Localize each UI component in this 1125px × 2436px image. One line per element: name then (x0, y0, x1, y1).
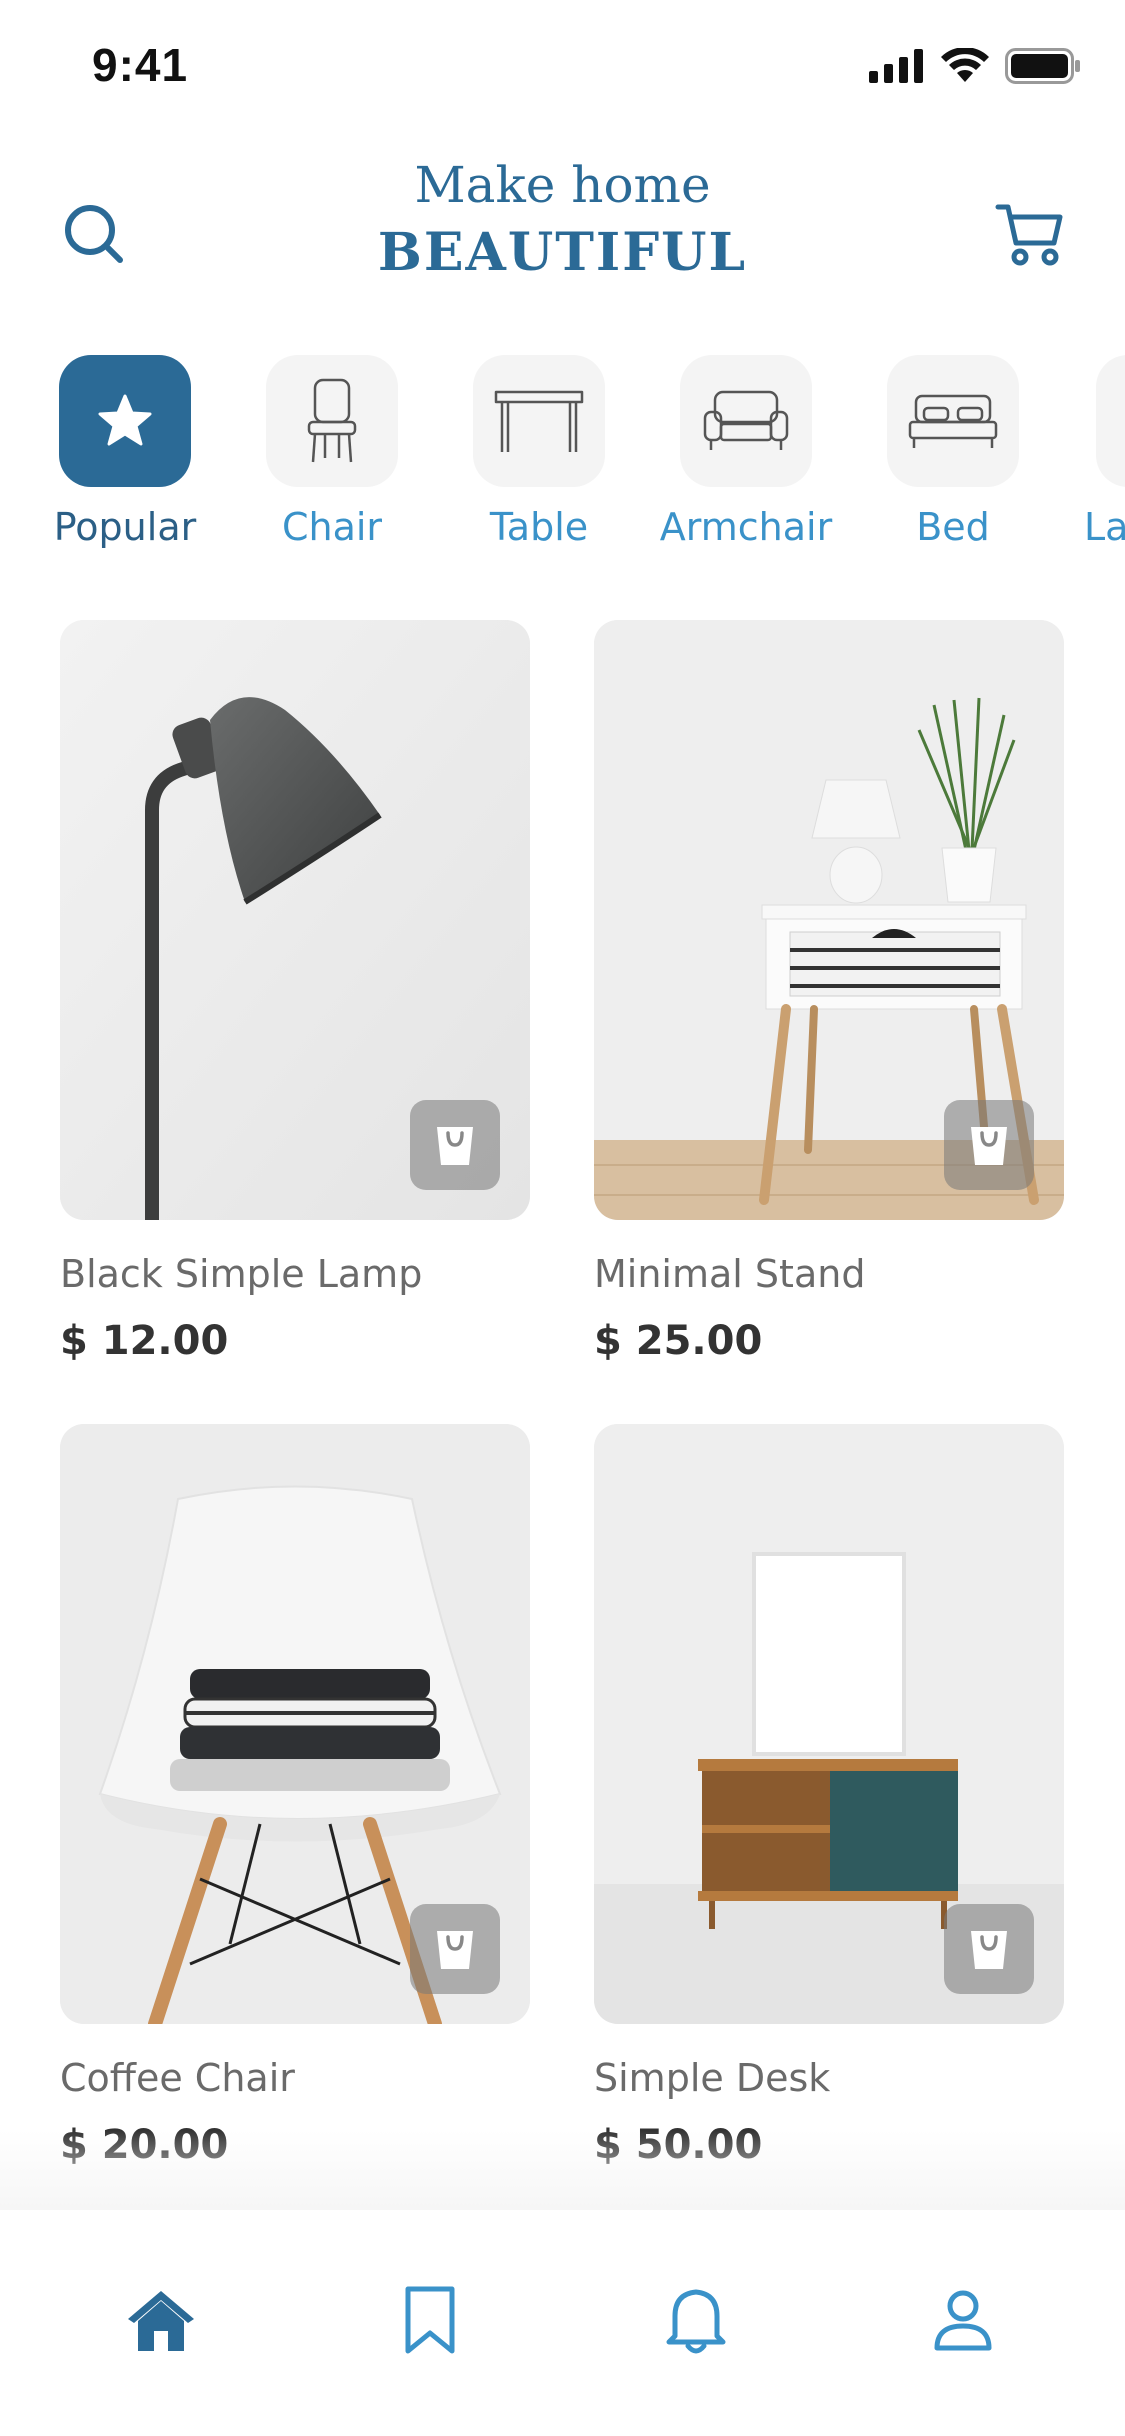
status-icons (869, 48, 1081, 84)
star-icon (98, 394, 152, 446)
status-bar: 9:41 (0, 0, 1125, 140)
category-chair[interactable]: Chair (232, 355, 432, 549)
category-armchair[interactable]: Armchair (646, 355, 846, 549)
table-icon (494, 390, 584, 452)
product-image (60, 620, 530, 1220)
product-card[interactable]: Simple Desk $ 50.00 (594, 1424, 1064, 2168)
nav-notifications[interactable] (646, 2270, 746, 2370)
product-price: $ 25.00 (594, 1318, 763, 1364)
header: Make home BEAUTIFUL (0, 140, 1125, 340)
title-line-2: BEAUTIFUL (377, 222, 748, 283)
battery-icon (1005, 48, 1080, 84)
bag-icon (971, 1931, 1007, 1969)
product-name: Simple Desk (594, 2056, 831, 2100)
product-name: Coffee Chair (60, 2056, 295, 2100)
bag-icon (437, 1931, 473, 1969)
home-icon (128, 2291, 194, 2351)
wifi-icon (941, 48, 989, 82)
bell-icon (666, 2289, 726, 2354)
category-icon-box (680, 355, 812, 487)
chair-icon (307, 378, 357, 463)
signal-icon (869, 49, 923, 83)
category-label: Bed (916, 505, 990, 549)
add-to-bag-button[interactable] (944, 1100, 1034, 1190)
category-table[interactable]: Table (439, 355, 639, 549)
category-bed[interactable]: Bed (853, 355, 1053, 549)
product-name: Black Simple Lamp (60, 1252, 423, 1296)
bag-icon (971, 1127, 1007, 1165)
cart-button[interactable] (990, 195, 1070, 275)
add-to-bag-button[interactable] (944, 1904, 1034, 1994)
cart-icon (995, 204, 1063, 266)
category-label: Table (489, 505, 589, 549)
category-icon-box (59, 355, 191, 487)
category-icon-box (887, 355, 1019, 487)
product-card[interactable]: Black Simple Lamp $ 12.00 (60, 620, 530, 1364)
title-line-1: Make home (414, 156, 711, 214)
category-label: La (1084, 505, 1125, 549)
add-to-bag-button[interactable] (410, 1100, 500, 1190)
product-card[interactable]: Minimal Stand $ 25.00 (594, 620, 1064, 1364)
category-label: Popular (53, 505, 197, 549)
bottom-fade (0, 2130, 1125, 2210)
category-bar: Popular Chair Table Armchair Bed La (0, 355, 1125, 565)
nav-bookmarks[interactable] (380, 2270, 480, 2370)
profile-icon (934, 2290, 992, 2351)
product-price: $ 12.00 (60, 1318, 229, 1364)
bed-icon (908, 394, 998, 448)
category-lamp[interactable]: La (1060, 355, 1125, 549)
product-image (594, 620, 1064, 1220)
category-icon-box (473, 355, 605, 487)
category-popular[interactable]: Popular (25, 355, 225, 549)
status-time: 9:41 (92, 39, 189, 91)
product-image (594, 1424, 1064, 2024)
nav-profile[interactable] (913, 2270, 1013, 2370)
category-label: Chair (281, 505, 383, 549)
category-label: Armchair (659, 505, 833, 549)
page-title: Make home BEAUTIFUL (0, 150, 1125, 286)
bookmark-icon (405, 2286, 455, 2354)
product-image (60, 1424, 530, 2024)
bag-icon (437, 1127, 473, 1165)
add-to-bag-button[interactable] (410, 1904, 500, 1994)
product-card[interactable]: Coffee Chair $ 20.00 (60, 1424, 530, 2168)
category-icon-box (266, 355, 398, 487)
armchair-icon (703, 390, 789, 450)
bottom-nav (0, 2210, 1125, 2436)
category-icon-box (1096, 355, 1125, 487)
nav-home[interactable] (111, 2270, 211, 2370)
product-name: Minimal Stand (594, 1252, 866, 1296)
